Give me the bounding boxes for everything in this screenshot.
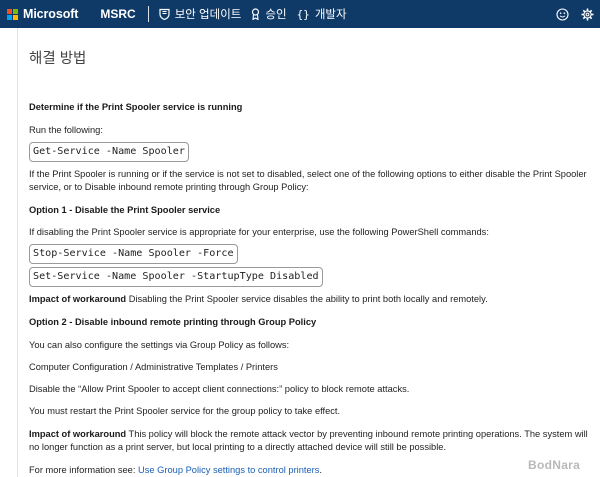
nav-item-security-updates[interactable]: 보안 업데이트 (159, 6, 242, 22)
impact-label: Impact of workaround (29, 429, 127, 439)
award-icon (252, 8, 260, 20)
option1-heading: Option 1 - Disable the Print Spooler ser… (29, 205, 221, 215)
option2-text: You can also configure the settings via … (29, 340, 290, 350)
impact1-paragraph: Impact of workaround Disabling the Print… (29, 293, 488, 306)
nav-divider (147, 6, 149, 22)
content-left-border (17, 28, 18, 477)
option1-text: If disabling the Print Spooler service i… (29, 227, 489, 237)
nav-item-acknowledgements[interactable]: 승인 (251, 6, 287, 22)
gear-icon[interactable] (581, 8, 594, 21)
impact2-paragraph: Impact of workaround This policy will bl… (29, 428, 595, 454)
more-info-suffix: . (319, 465, 322, 475)
brand-name: Microsoft (23, 7, 79, 21)
code-block-get-service[interactable]: Get-Service -Name Spooler (29, 142, 189, 162)
microsoft-logo[interactable]: Microsoft (7, 7, 78, 21)
nav-item-developers[interactable]: {} 개발자 (297, 6, 347, 22)
smiley-feedback-icon[interactable] (556, 7, 569, 21)
watermark: BodNara (528, 458, 581, 472)
code-block-stop-service[interactable]: Stop-Service -Name Spooler -Force (29, 244, 238, 264)
microsoft-logo-icon (7, 8, 18, 20)
section-title: 해결 방법 (29, 51, 87, 67)
nav-item-label: 승인 (265, 9, 287, 21)
impact1-text: Disabling the Print Spooler service disa… (126, 294, 488, 304)
shield-icon (159, 8, 170, 20)
more-info-paragraph: For more information see: Use Group Poli… (29, 464, 322, 477)
heading-determine-spooler: Determine if the Print Spooler service i… (29, 102, 243, 112)
nav-item-label: 보안 업데이트 (174, 9, 242, 21)
spooler-running-paragraph: If the Print Spooler is running or if th… (29, 169, 587, 192)
site-name-link[interactable]: MSRC (100, 7, 135, 21)
group-policy-printers-link[interactable]: Use Group Policy settings to control pri… (138, 465, 319, 475)
braces-icon: {} (296, 7, 310, 21)
code-block-set-service[interactable]: Set-Service -Name Spooler -StartupType D… (29, 267, 323, 287)
run-following-text: Run the following: (29, 125, 103, 135)
group-policy-path: Computer Configuration / Administrative … (29, 362, 278, 372)
more-info-prefix: For more information see: (29, 465, 139, 475)
top-nav-bar: Microsoft MSRC 보안 업데이트 승인 {} 개발자 (0, 0, 600, 28)
restart-text: You must restart the Print Spooler servi… (29, 406, 341, 416)
nav-item-label: 개발자 (314, 9, 347, 21)
impact-label: Impact of workaround (29, 294, 127, 304)
disable-policy-text: Disable the “Allow Print Spooler to acce… (29, 384, 410, 394)
option2-heading: Option 2 - Disable inbound remote printi… (29, 317, 317, 327)
